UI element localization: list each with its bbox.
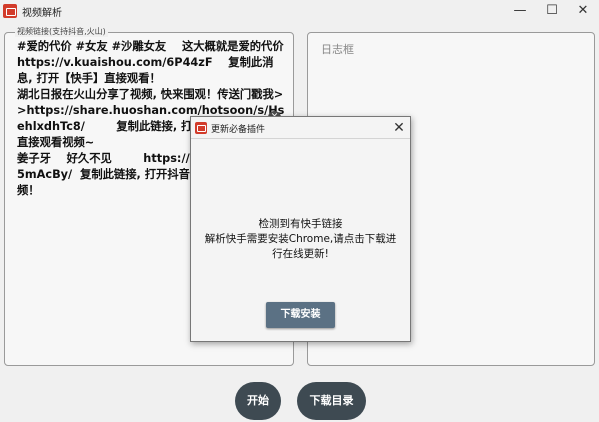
update-plugin-dialog: 更新必备插件 ✕ 检测到有快手链接 解析快手需要安装Chrome,请点击下载进行… [190, 116, 411, 342]
download-install-button[interactable]: 下载安装 [266, 302, 335, 328]
dialog-title: 更新必备插件 [211, 125, 266, 135]
maximize-button[interactable]: ☐ [537, 2, 567, 20]
dialog-message: 检测到有快手链接 解析快手需要安装Chrome,请点击下载进行在线更新! [204, 218, 397, 260]
title-bar: 视频解析 — ☐ ✕ [0, 0, 599, 22]
download-directory-button[interactable]: 下载目录 [297, 382, 366, 420]
minimize-button[interactable]: — [505, 2, 535, 20]
app-logo-icon [3, 4, 17, 18]
start-button[interactable]: 开始 [235, 382, 281, 420]
log-placeholder: 日志框 [321, 43, 354, 56]
dialog-app-icon [195, 122, 207, 134]
close-window-button[interactable]: ✕ [568, 2, 598, 20]
video-link-legend: 视频链接(支持抖音,火山) [15, 26, 108, 37]
dialog-header: 更新必备插件 ✕ [191, 117, 410, 139]
window-title: 视频解析 [22, 8, 62, 19]
dialog-close-button[interactable]: ✕ [390, 119, 408, 137]
